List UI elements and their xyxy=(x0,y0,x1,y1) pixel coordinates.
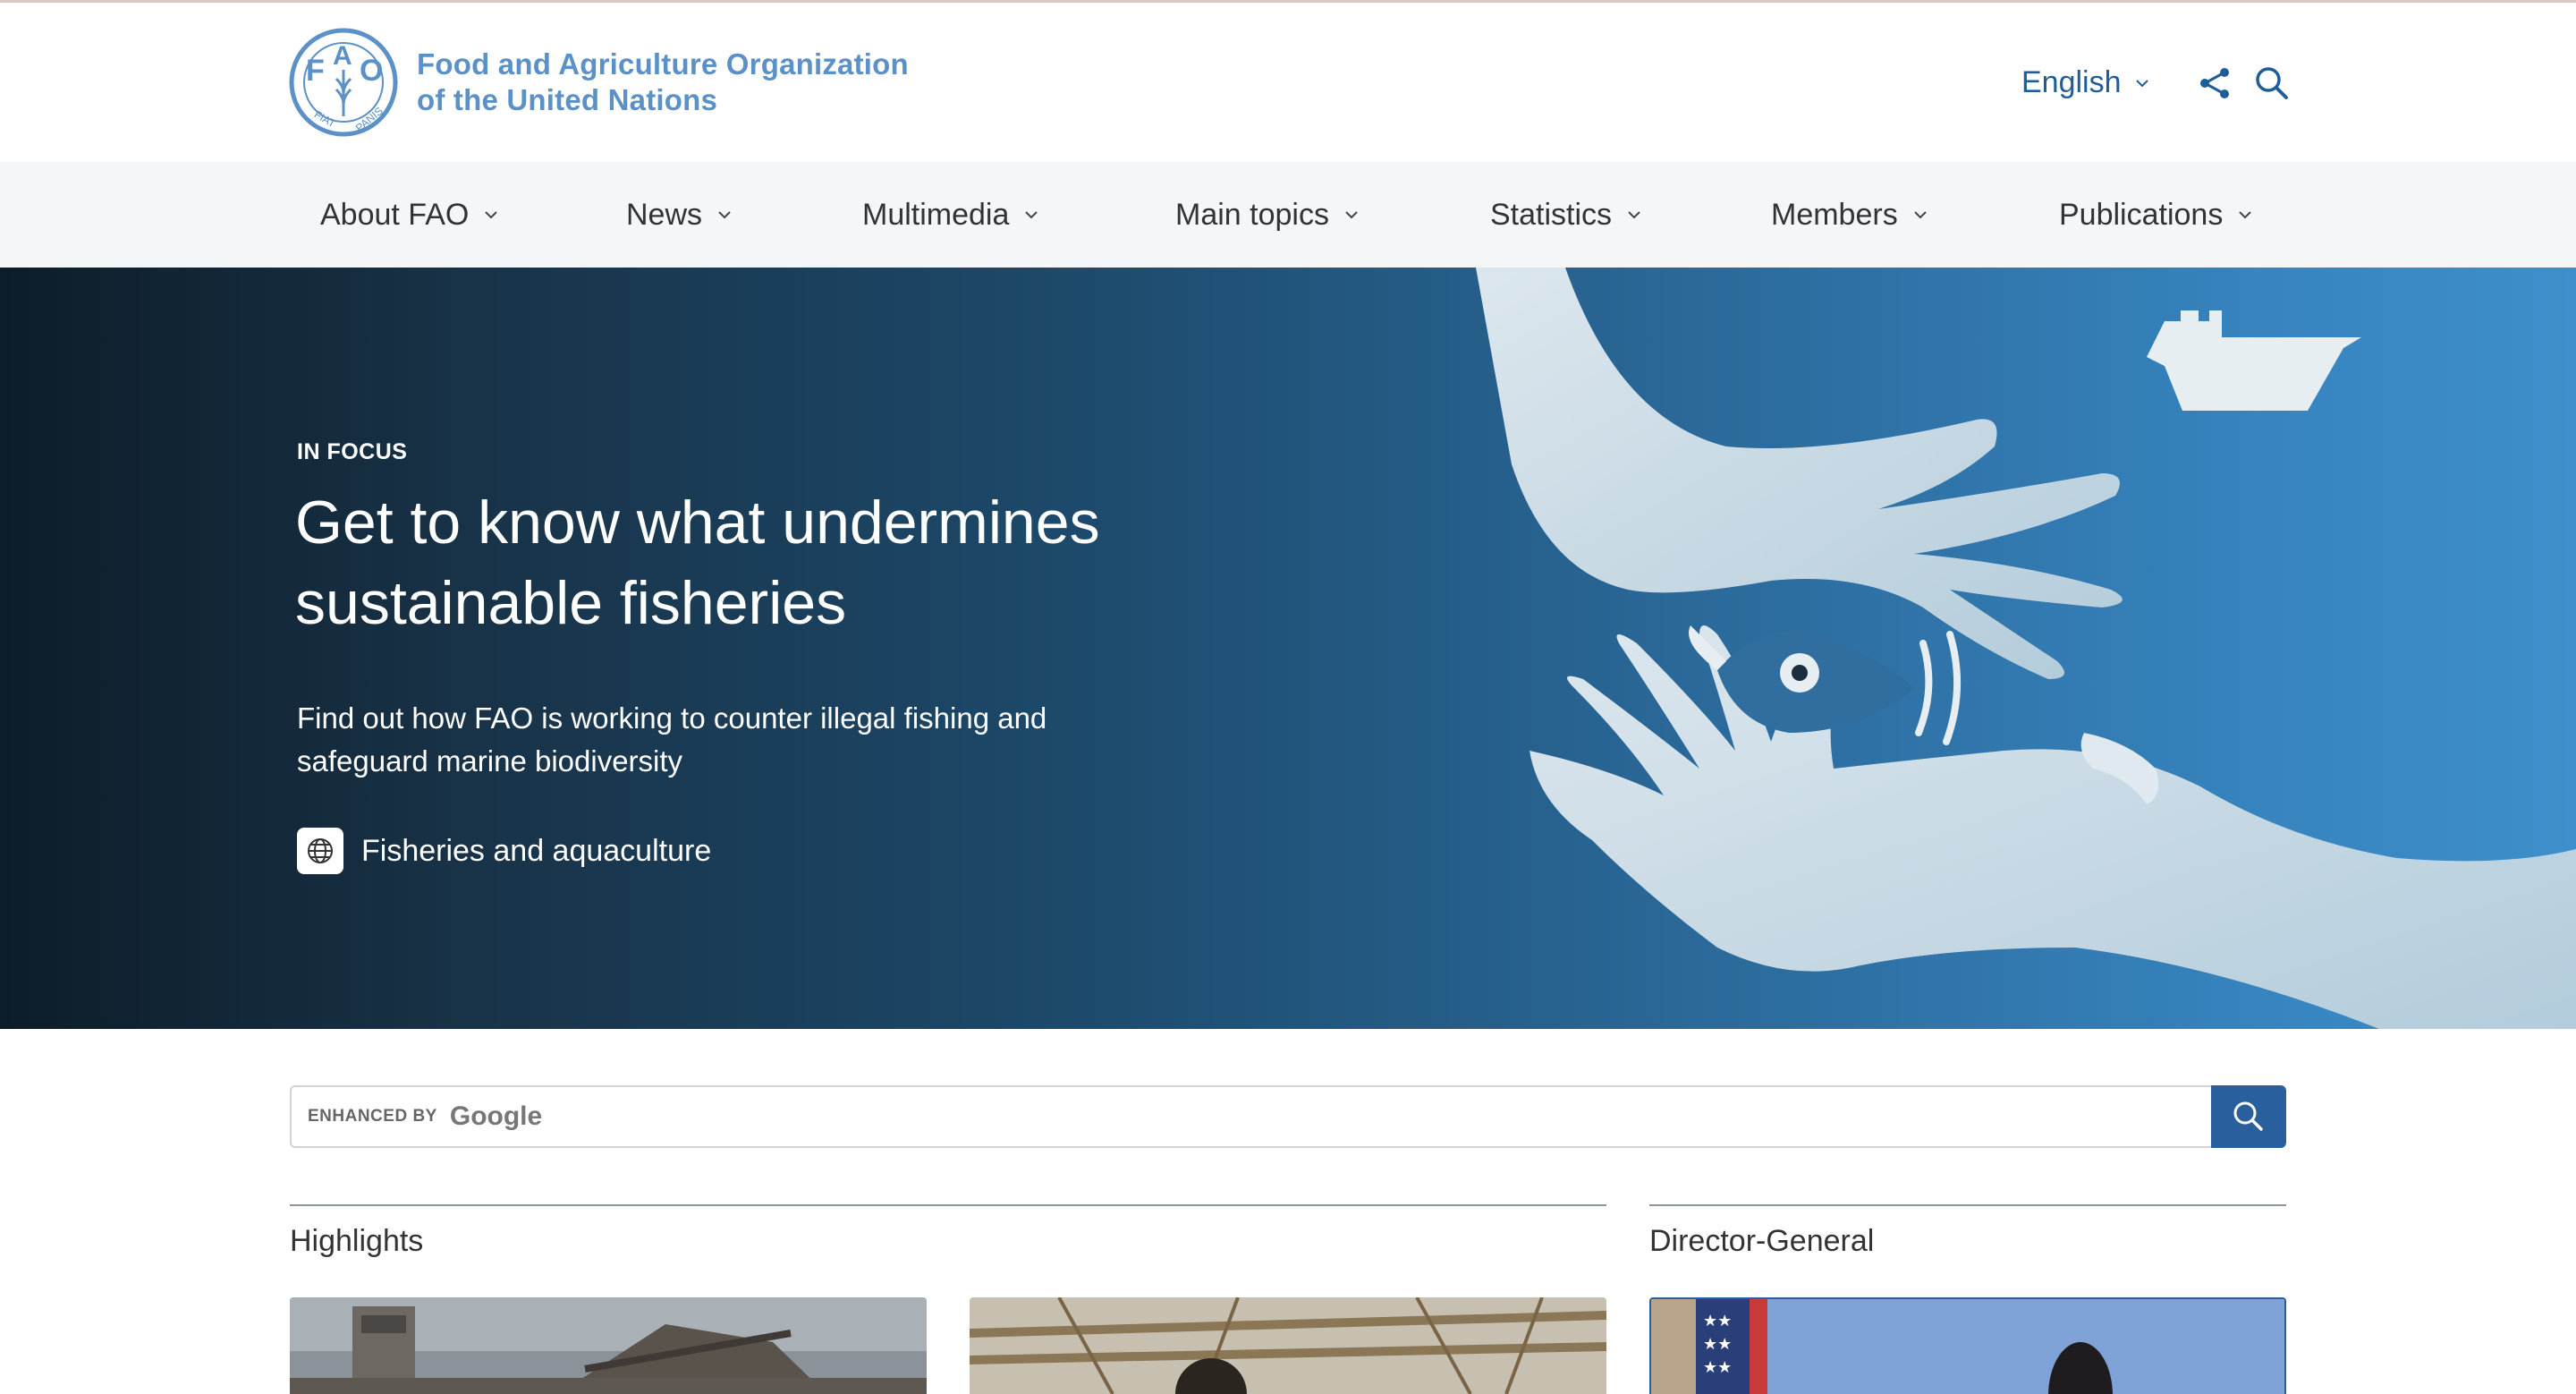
svg-text:★★: ★★ xyxy=(1703,1335,1732,1354)
nav-item-members[interactable]: Members xyxy=(1771,162,1928,268)
director-general-card[interactable]: ★★ ★★ ★★ xyxy=(1649,1297,2286,1394)
chevron-down-icon xyxy=(2135,79,2148,87)
share-icon[interactable] xyxy=(2197,65,2233,101)
language-selector[interactable]: English xyxy=(2021,65,2150,100)
chevron-down-icon xyxy=(1628,211,1640,219)
site-search-field[interactable]: ENHANCED BY Google xyxy=(290,1085,2211,1148)
svg-text:★★: ★★ xyxy=(1703,1358,1732,1377)
nav-item-multimedia[interactable]: Multimedia xyxy=(862,162,1039,268)
nav-item-label: Members xyxy=(1771,197,1898,232)
site-header: F A O FIAT PANIS Food and Agriculture Or… xyxy=(0,3,2576,162)
nav-item-label: About FAO xyxy=(320,197,470,232)
svg-text:F: F xyxy=(306,54,325,88)
chevron-down-icon xyxy=(2239,211,2252,219)
chevron-down-icon xyxy=(1345,211,1358,219)
highlights-divider xyxy=(290,1204,1606,1206)
director-general-heading: Director-General xyxy=(1649,1224,1875,1258)
hero-banner[interactable]: IN FOCUS Get to know what undermines sus… xyxy=(0,268,2576,1029)
highlight-card-2[interactable] xyxy=(970,1297,1606,1394)
search-submit-button[interactable] xyxy=(2211,1085,2286,1148)
nav-item-about-fao[interactable]: About FAO xyxy=(320,162,499,268)
org-name-line1: Food and Agriculture Organization xyxy=(417,47,909,81)
highlight-image-1 xyxy=(290,1297,927,1394)
svg-text:★★: ★★ xyxy=(1703,1312,1732,1330)
chevron-down-icon xyxy=(718,211,731,219)
chevron-down-icon xyxy=(1913,211,1927,219)
main-nav: About FAO News Multimedia Main topics St… xyxy=(0,162,2576,268)
nav-item-label: Statistics xyxy=(1490,197,1613,232)
svg-text:A: A xyxy=(333,41,352,71)
hero-kicker: IN FOCUS xyxy=(297,439,408,464)
nav-item-label: Multimedia xyxy=(862,197,1010,232)
org-name-line2: of the United Nations xyxy=(417,83,718,116)
hero-title[interactable]: Get to know what undermines sustainable … xyxy=(295,482,1190,643)
language-label: English xyxy=(2021,65,2122,99)
nav-item-label: Main topics xyxy=(1175,197,1329,232)
search-icon xyxy=(2233,1101,2263,1131)
svg-text:O: O xyxy=(360,54,383,88)
hero-topic-tag[interactable]: Fisheries and aquaculture xyxy=(297,828,711,874)
globe-icon xyxy=(308,838,333,863)
nav-item-label: Publications xyxy=(2059,197,2224,232)
highlights-heading: Highlights xyxy=(290,1224,424,1258)
chevron-down-icon xyxy=(1025,211,1038,219)
hero-description: Find out how FAO is working to counter i… xyxy=(297,701,1047,778)
nav-item-label: News xyxy=(626,197,703,232)
hero-tag-label: Fisheries and aquaculture xyxy=(361,833,712,868)
nav-item-statistics[interactable]: Statistics xyxy=(1490,162,1642,268)
org-name: Food and Agriculture Organization of the… xyxy=(417,47,909,118)
tag-icon-box xyxy=(297,828,343,874)
search-icon[interactable] xyxy=(2254,65,2290,101)
nav-item-publications[interactable]: Publications xyxy=(2059,162,2253,268)
highlight-image-2 xyxy=(970,1297,1606,1394)
chevron-down-icon xyxy=(485,211,498,219)
highlight-card-1[interactable] xyxy=(290,1297,927,1394)
nav-item-news[interactable]: News xyxy=(626,162,733,268)
director-general-divider xyxy=(1649,1204,2286,1206)
hands-fish-illustration xyxy=(1476,268,2576,1029)
nav-item-main-topics[interactable]: Main topics xyxy=(1175,162,1360,268)
search-input[interactable] xyxy=(292,1087,2211,1146)
fao-logo-link[interactable]: F A O FIAT PANIS Food and Agriculture Or… xyxy=(288,27,909,138)
fao-emblem-icon: F A O FIAT PANIS xyxy=(289,28,398,137)
director-general-image: ★★ ★★ ★★ xyxy=(1651,1299,2284,1394)
